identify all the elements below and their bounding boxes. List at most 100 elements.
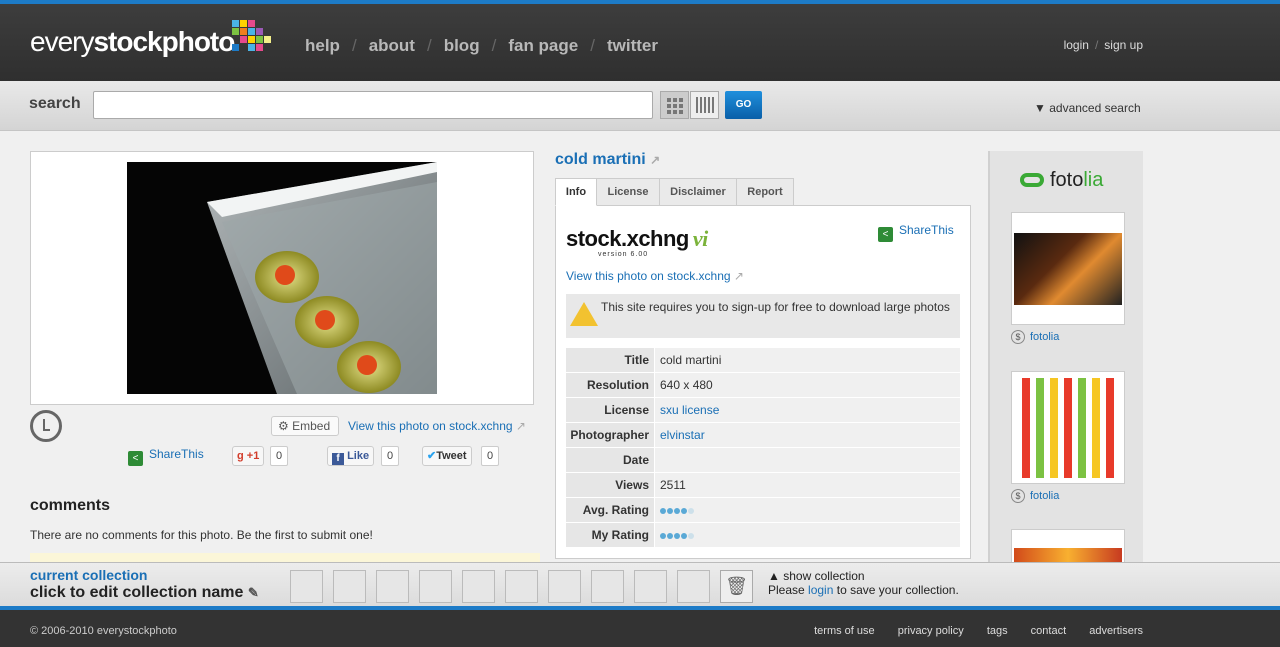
fotolia-ad-column: fotolia $ fotolia $ fotolia [988,151,1143,566]
collection-name-edit[interactable]: click to edit collection name ✎ [30,584,259,602]
account-links: login / sign up [1063,38,1143,52]
collection-login-text: Please login to save your collection. [768,583,959,597]
advanced-search-link[interactable]: ▼ advanced search [1034,101,1141,115]
stockxchng-version: version 6.00 [598,251,649,258]
comments-heading: comments [30,497,111,514]
tab-info[interactable]: Info [555,178,597,206]
view-on-stockxchng-link-info[interactable]: View this photo on stock.xchng ↗ [566,269,744,283]
share-icon: < [128,451,143,466]
signup-link[interactable]: sign up [1104,38,1143,52]
gplus-count: 0 [270,446,289,466]
main-nav: help / about / blog / fan page / twitter [305,36,658,55]
collection-slot[interactable] [290,570,323,603]
top-header: everystockphoto help / about / blog / fan page… [0,0,1280,81]
go-button[interactable]: GO [725,91,762,119]
table-row: Date [566,448,960,473]
ad-thumbnail[interactable] [1011,212,1125,325]
tab-disclaimer[interactable]: Disclaimer [659,178,737,206]
collection-slot[interactable] [376,570,409,603]
table-row: Avg. Rating [566,498,960,523]
like-count: 0 [381,446,400,466]
photographer-link[interactable]: elvinstar [660,428,705,442]
sharethis-button[interactable]: < ShareThis [128,447,204,466]
copyright: © 2006-2010 everystockphoto [30,625,177,637]
signup-warning: This site requires you to sign-up for fr… [566,294,960,338]
footer-links: terms of use privacy policy tags contact… [794,625,1143,637]
fotolia-icon [1020,173,1044,187]
search-bar: search GO ▼ advanced search [0,81,1280,131]
stockxchng-logo: stock.xchng vi [566,226,708,251]
avg-rating-dots [655,498,960,522]
site-logo[interactable]: everystockphoto [30,26,235,58]
ad-link[interactable]: $ fotolia [1011,489,1059,503]
clock-icon[interactable] [30,410,62,442]
license-link[interactable]: sxu license [660,403,719,417]
collection-label: current collection [30,567,148,583]
tab-license[interactable]: License [596,178,660,206]
dollar-icon: $ [1011,330,1025,344]
nav-about[interactable]: about [369,36,415,55]
collection-slot[interactable] [462,570,495,603]
collection-slot[interactable] [677,570,710,603]
logo-text-light: every [30,26,94,57]
fotolia-logo[interactable]: fotolia [1020,169,1103,192]
footer-contact-link[interactable]: contact [1031,625,1066,637]
photo-details-table: Title cold martini Resolution 640 x 480 Li… [566,348,960,548]
login-link[interactable]: login [1064,38,1089,52]
footer-terms-link[interactable]: terms of use [814,625,875,637]
footer-advertisers-link[interactable]: advertisers [1089,625,1143,637]
sharethis-button-info[interactable]: < ShareThis [878,223,954,242]
table-row: Resolution 640 x 480 [566,373,960,398]
table-row: Views 2511 [566,473,960,498]
comments-empty-text: There are no comments for this photo. Be… [30,528,373,542]
collection-slot[interactable] [505,570,538,603]
logo-text-bold: stockphoto [93,26,235,57]
nav-fan-page[interactable]: fan page [508,36,578,55]
column-view-icon[interactable] [690,91,719,119]
collection-slot[interactable] [591,570,624,603]
facebook-icon: f [332,453,344,465]
nav-blog[interactable]: blog [444,36,480,55]
logo-pixels-icon [232,20,276,56]
footer-tags-link[interactable]: tags [987,625,1008,637]
grid-view-icon[interactable] [660,91,689,119]
embed-button[interactable]: ⚙ Embed [271,416,339,436]
collection-slot[interactable] [333,570,366,603]
pencil-icon: ✎ [247,585,259,600]
ad-link[interactable]: $ fotolia [1011,330,1059,344]
show-collection-link[interactable]: ▲ show collection [768,569,865,583]
table-row: Photographer elvinstar [566,423,960,448]
view-on-stockxchng-link[interactable]: View this photo on stock.xchng ↗ [348,419,526,433]
warning-icon [570,302,598,326]
google-plus-button[interactable]: g +1 [232,446,265,466]
trash-icon[interactable]: 🗑 [720,570,753,603]
nav-twitter[interactable]: twitter [607,36,658,55]
table-row: My Rating [566,523,960,548]
tweet-count: 0 [481,446,500,466]
collection-login-link[interactable]: login [808,583,833,597]
table-row: Title cold martini [566,348,960,373]
info-panel: stock.xchng vi version 6.00 < ShareThis Vi… [555,205,971,559]
search-label: search [29,95,81,112]
martini-photo[interactable] [127,162,437,394]
collection-slot[interactable] [634,570,667,603]
ad-thumbnail[interactable] [1011,529,1125,566]
tab-report[interactable]: Report [736,178,794,206]
nav-help[interactable]: help [305,36,340,55]
external-link-icon[interactable]: ↗ [650,153,660,167]
facebook-like-button[interactable]: f Like [327,446,375,466]
collection-bar: current collection click to edit collect… [0,562,1280,606]
collection-slot[interactable] [419,570,452,603]
gear-icon: ⚙ [278,419,289,433]
footer-privacy-link[interactable]: privacy policy [898,625,964,637]
footer: © 2006-2010 everystockphoto terms of use… [0,606,1280,647]
external-link-icon: ↗ [733,269,744,283]
search-input[interactable] [93,91,653,119]
tweet-button[interactable]: ✔Tweet [422,446,472,466]
collection-slot[interactable] [548,570,581,603]
ad-thumbnail[interactable] [1011,371,1125,484]
twitter-icon: ✔ [427,450,437,462]
arrow-down-icon: ▼ [1034,101,1046,115]
arrow-up-icon: ▲ [768,569,780,583]
my-rating-dots[interactable] [655,523,960,547]
